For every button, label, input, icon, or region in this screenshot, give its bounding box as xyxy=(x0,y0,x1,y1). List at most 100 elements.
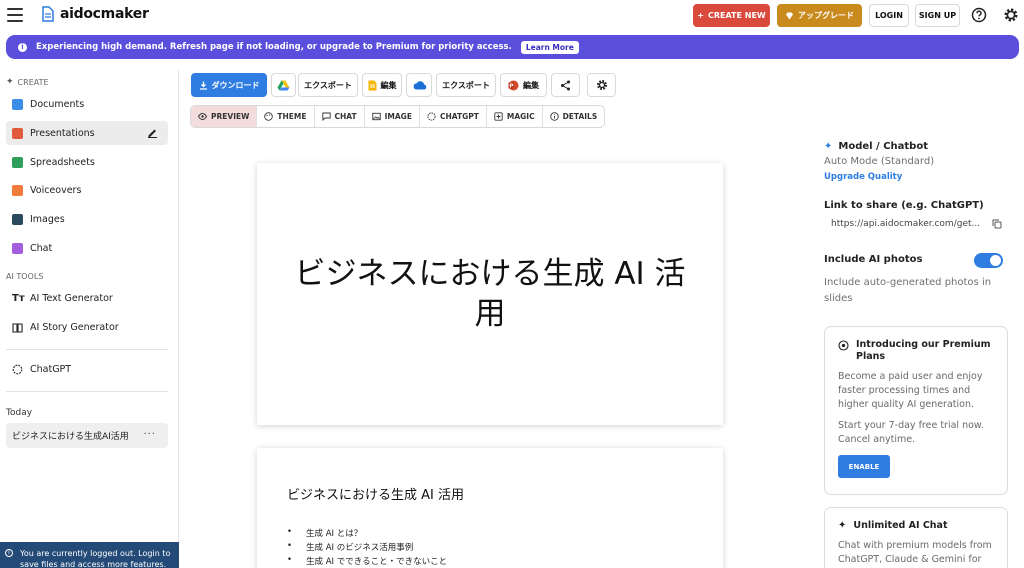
ai-tools-section-label: AI TOOLS xyxy=(6,272,43,281)
sparkle-icon: ✦ xyxy=(6,77,14,87)
book-icon xyxy=(12,322,23,333)
menu-icon[interactable] xyxy=(7,8,23,22)
top-header: aidocmaker + CREATE NEW アップグレード LOGIN SI… xyxy=(0,0,1024,32)
logged-out-notice[interactable]: i You are currently logged out. Login to… xyxy=(0,542,179,568)
more-options-icon[interactable]: ··· xyxy=(143,429,156,440)
sidebar-divider xyxy=(6,349,168,350)
signup-button[interactable]: SIGN UP xyxy=(915,4,960,27)
list-item: 生成 AI でできること・できないこと xyxy=(287,555,723,568)
sidebar-item-label: Presentations xyxy=(30,127,95,139)
sidebar-item-ai-story-generator[interactable]: AI Story Generator xyxy=(6,315,168,339)
sidebar-item-presentations[interactable]: Presentations xyxy=(6,121,168,145)
sidebar-item-label: Voiceovers xyxy=(30,184,82,196)
download-label: ダウンロード xyxy=(211,80,260,90)
enable-premium-button[interactable]: ENABLE xyxy=(838,455,890,478)
upgrade-quality-link[interactable]: Upgrade Quality xyxy=(824,172,902,182)
today-label: Today xyxy=(6,408,33,418)
model-title-text: Model / Chatbot xyxy=(838,141,928,152)
demand-banner: i Experiencing high demand. Refresh page… xyxy=(6,35,1019,59)
login-button[interactable]: LOGIN xyxy=(869,4,909,27)
sidebar-item-label: AI Text Generator xyxy=(30,292,113,304)
sidebar-item-chatgpt[interactable]: ChatGPT xyxy=(6,357,168,381)
create-new-label: CREATE NEW xyxy=(707,11,766,20)
slide-2[interactable]: ビジネスにおける生成 AI 活用 生成 AI とは？ 生成 AI のビジネス活用… xyxy=(257,448,723,568)
document-settings-button[interactable] xyxy=(587,73,616,97)
share-url-field[interactable]: https://api.aidocmaker.com/get... xyxy=(831,219,980,229)
svg-text:P: P xyxy=(509,83,513,89)
app-logo[interactable]: aidocmaker xyxy=(42,6,149,22)
history-item[interactable]: ビジネスにおける生成AI活用 ··· xyxy=(6,423,168,448)
sidebar-item-label: Chat xyxy=(30,242,53,254)
tab-chat[interactable]: CHAT xyxy=(315,106,365,127)
edit-label: 編集 xyxy=(523,80,539,90)
unlimited-ai-chat-card: ✦ Unlimited AI Chat Chat with premium mo… xyxy=(824,507,1008,568)
upgrade-button[interactable]: アップグレード xyxy=(777,4,862,27)
chat-card-body: Chat with premium models from ChatGPT, C… xyxy=(838,540,992,565)
chatgpt-icon xyxy=(427,112,436,121)
tab-label: CHAT xyxy=(334,112,357,121)
sidebar-item-images[interactable]: Images xyxy=(6,207,168,231)
model-chatbot-title: ✦ Model / Chatbot xyxy=(824,141,928,152)
tab-theme[interactable]: THEME xyxy=(257,106,315,127)
tab-details[interactable]: DETAILS xyxy=(543,106,605,127)
diamond-icon xyxy=(786,12,793,19)
info-icon: i xyxy=(5,549,13,557)
settings-gear-icon[interactable] xyxy=(1003,7,1019,23)
premium-card-body: Become a paid user and enjoy faster proc… xyxy=(838,371,983,410)
settings-gear-icon xyxy=(596,80,607,90)
export-google-button[interactable]: エクスポート xyxy=(298,73,358,97)
document-logo-icon xyxy=(42,6,54,22)
chat-card-title: Unlimited AI Chat xyxy=(853,520,948,531)
sparkle-icon: ✦ xyxy=(838,520,847,531)
sparkle-ring-icon xyxy=(838,340,849,351)
tab-chatgpt[interactable]: CHATGPT xyxy=(420,106,487,127)
learn-more-link[interactable]: Learn More xyxy=(520,40,579,54)
slide-1[interactable]: ビジネスにおける生成 AI 活用 xyxy=(257,163,723,425)
text-format-icon: Tт xyxy=(12,292,25,304)
sidebar-item-ai-text-generator[interactable]: Tт AI Text Generator xyxy=(6,286,168,310)
logo-text: aidocmaker xyxy=(60,6,149,22)
spreadsheets-icon xyxy=(12,156,23,168)
create-new-button[interactable]: + CREATE NEW xyxy=(693,4,770,27)
edit-pen-icon[interactable] xyxy=(147,127,158,138)
tab-magic[interactable]: MAGIC xyxy=(487,106,543,127)
tab-image[interactable]: IMAGE xyxy=(365,106,420,127)
sidebar-item-chat[interactable]: Chat xyxy=(6,236,168,260)
share-icon xyxy=(561,80,570,90)
edit-google-docs-button[interactable]: 編集 xyxy=(362,73,402,97)
onedrive-button[interactable] xyxy=(406,73,432,97)
edit-powerpoint-button[interactable]: P 編集 xyxy=(500,73,547,97)
powerpoint-icon: P xyxy=(508,80,519,90)
google-drive-button[interactable] xyxy=(271,73,296,97)
logged-out-text: You are currently logged out. Login to s… xyxy=(20,549,171,568)
view-tabs: PREVIEW THEME CHAT IMAGE CHATGPT MAGIC D… xyxy=(190,105,606,128)
sparkle-icon: ✦ xyxy=(824,141,833,152)
chatgpt-icon xyxy=(12,364,23,374)
banner-text: Experiencing high demand. Refresh page i… xyxy=(36,42,512,52)
slide-heading: ビジネスにおける生成 AI 活用 xyxy=(287,488,464,503)
download-button[interactable]: ダウンロード xyxy=(191,73,267,97)
slide-title: ビジネスにおける生成 AI 活用 xyxy=(294,256,686,332)
tab-label: MAGIC xyxy=(506,112,535,121)
include-ai-photos-label: Include AI photos xyxy=(824,254,923,265)
help-icon[interactable] xyxy=(971,7,987,23)
create-label: CREATE xyxy=(17,77,49,87)
presentations-icon xyxy=(12,127,23,139)
tab-label: THEME xyxy=(277,112,307,121)
copy-icon[interactable] xyxy=(992,219,1002,229)
sidebar-item-spreadsheets[interactable]: Spreadsheets xyxy=(6,150,168,174)
premium-card-title: Introducing our Premium Plans xyxy=(856,339,991,362)
include-ai-photos-toggle[interactable] xyxy=(974,253,1003,268)
tab-label: IMAGE xyxy=(384,112,412,121)
history-item-title: ビジネスにおける生成AI活用 xyxy=(12,432,129,442)
export-onedrive-button[interactable]: エクスポート xyxy=(436,73,496,97)
upgrade-label: アップグレード xyxy=(798,11,854,20)
share-button[interactable] xyxy=(551,73,580,97)
tab-preview[interactable]: PREVIEW xyxy=(191,106,258,127)
sidebar-item-documents[interactable]: Documents xyxy=(6,92,168,116)
sidebar-item-voiceovers[interactable]: Voiceovers xyxy=(6,178,168,202)
list-item: 生成 AI とは？ xyxy=(287,527,723,541)
magic-plus-icon xyxy=(494,112,503,121)
sidebar-item-label: Documents xyxy=(30,98,85,110)
download-icon xyxy=(199,81,207,90)
